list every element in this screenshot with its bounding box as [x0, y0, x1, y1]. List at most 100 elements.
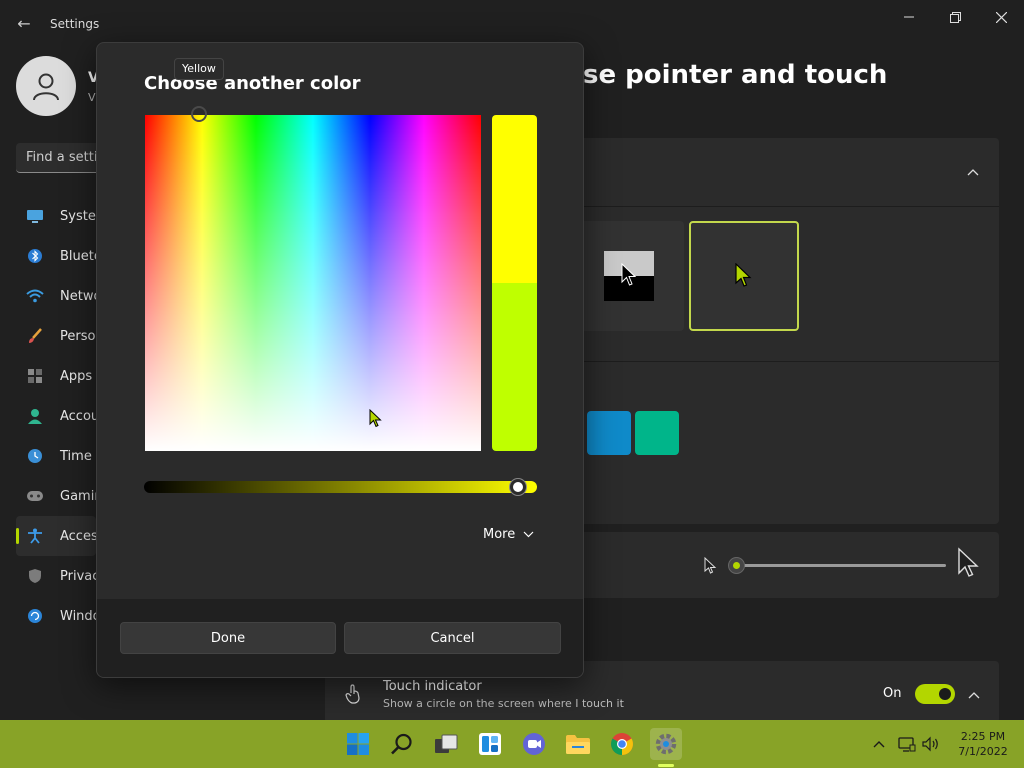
sidebar-item-network[interactable]: Netwo [16, 276, 96, 316]
touch-indicator-description: Show a circle on the screen where I touc… [383, 697, 624, 710]
large-cursor-icon [958, 547, 979, 577]
pointer-size-slider[interactable] [738, 564, 946, 567]
volume-icon [922, 736, 938, 752]
back-arrow-icon: ← [17, 14, 31, 33]
active-app-indicator [658, 764, 674, 767]
widgets-button[interactable] [474, 728, 506, 760]
brush-icon [26, 327, 44, 345]
pointer-size-thumb[interactable] [728, 557, 745, 574]
start-button[interactable] [342, 728, 374, 760]
bluetooth-icon [26, 247, 44, 265]
inverted-pointer-style[interactable] [574, 221, 684, 331]
brightness-slider-thumb[interactable] [509, 479, 526, 495]
update-icon [26, 607, 44, 625]
sidebar-item-time-language[interactable]: Time & [16, 436, 96, 476]
close-icon [995, 11, 1007, 23]
clock-time: 2:25 PM [960, 730, 1006, 743]
pointer-color-tile[interactable] [635, 411, 679, 455]
sidebar-item-gaming[interactable]: Gamin [16, 476, 96, 516]
sidebar-item-label: Person [60, 328, 96, 344]
network-tray-button[interactable] [898, 735, 916, 753]
new-color-preview [492, 115, 537, 283]
volume-tray-button[interactable] [922, 735, 940, 753]
custom-pointer-style[interactable] [689, 221, 799, 331]
color-name-tooltip: Yellow [174, 58, 224, 80]
settings-taskbar-button[interactable] [650, 728, 682, 760]
restore-icon [949, 11, 961, 23]
restore-button[interactable] [932, 6, 978, 28]
sidebar-item-label: Time & [60, 448, 96, 464]
done-label: Done [210, 630, 246, 646]
color-picker-dialog: Choose another color More Done Cancel [96, 42, 584, 678]
sidebar-item-accounts[interactable]: Accou [16, 396, 96, 436]
clock-icon [26, 447, 44, 465]
profile-email: V [88, 91, 96, 104]
task-view-icon [435, 734, 458, 753]
sidebar-item-label: Netwo [60, 288, 96, 304]
color-spectrum[interactable] [145, 115, 481, 451]
search-placeholder: Find a setti [26, 150, 98, 165]
spectrum-selector-ring[interactable] [191, 106, 207, 122]
teams-chat-button[interactable] [518, 728, 550, 760]
inverted-swatch [604, 251, 654, 301]
sidebar-item-apps[interactable]: Apps [16, 356, 96, 396]
brightness-slider[interactable] [144, 481, 537, 493]
file-explorer-icon [566, 735, 590, 754]
person-icon [33, 73, 59, 101]
page-title: se pointer and touch [583, 60, 888, 90]
sidebar-nav: Syster Blueto Netwo Person Apps Accou Ti… [16, 196, 96, 636]
minimize-icon [904, 16, 914, 18]
chevron-up-icon[interactable] [967, 165, 979, 179]
touch-indicator-title: Touch indicator [383, 679, 482, 694]
chrome-button[interactable] [606, 728, 638, 760]
sidebar-item-label: Privac [60, 568, 96, 584]
sidebar-item-label: Apps [60, 368, 93, 384]
sidebar-item-system[interactable]: Syster [16, 196, 96, 236]
pointer-color-tile[interactable] [587, 411, 631, 455]
taskbar-search-button[interactable] [386, 728, 418, 760]
wifi-icon [26, 287, 44, 305]
account-icon [26, 407, 44, 425]
touch-icon [345, 684, 360, 704]
title-bar: ← Settings [0, 0, 1024, 48]
sidebar-item-label: Syster [60, 208, 96, 224]
chevron-up-icon[interactable] [968, 688, 980, 702]
clock-date: 7/1/2022 [958, 745, 1008, 758]
chevron-up-icon [873, 741, 885, 748]
gamepad-icon [26, 487, 44, 505]
sidebar-item-accessibility[interactable]: Access [16, 516, 96, 556]
show-hidden-icons-button[interactable] [870, 735, 888, 753]
done-button[interactable]: Done [120, 622, 336, 654]
sidebar-item-label: Blueto [60, 248, 96, 264]
apps-icon [26, 367, 44, 385]
settings-icon [655, 733, 677, 755]
widgets-icon [479, 733, 501, 755]
sidebar-item-privacy[interactable]: Privac [16, 556, 96, 596]
minimize-button[interactable] [886, 6, 932, 28]
touch-indicator-toggle[interactable] [915, 684, 955, 704]
shield-icon [26, 567, 44, 585]
more-label: More [483, 527, 516, 542]
task-view-button[interactable] [430, 728, 462, 760]
teams-chat-icon [523, 733, 545, 755]
small-cursor-icon [704, 557, 717, 574]
sidebar-item-bluetooth[interactable]: Blueto [16, 236, 96, 276]
accessibility-icon [26, 527, 44, 545]
start-icon [347, 733, 369, 755]
cancel-label: Cancel [430, 630, 475, 646]
search-icon [391, 733, 412, 755]
cursor-icon [621, 263, 637, 286]
sidebar-item-windows-update[interactable]: Windo [16, 596, 96, 636]
app-title: Settings [50, 17, 100, 31]
taskbar-clock[interactable]: 2:25 PM 7/1/2022 [952, 729, 1014, 759]
close-button[interactable] [978, 6, 1024, 28]
sidebar-item-personalization[interactable]: Person [16, 316, 96, 356]
back-button[interactable]: ← [12, 12, 36, 36]
more-button[interactable]: More [483, 527, 534, 542]
user-profile[interactable]: V V [16, 56, 99, 116]
chrome-icon [611, 733, 633, 755]
cancel-button[interactable]: Cancel [344, 622, 561, 654]
toggle-state-label: On [883, 686, 902, 701]
sidebar-item-label: Accou [60, 408, 96, 424]
file-explorer-button[interactable] [562, 728, 594, 760]
